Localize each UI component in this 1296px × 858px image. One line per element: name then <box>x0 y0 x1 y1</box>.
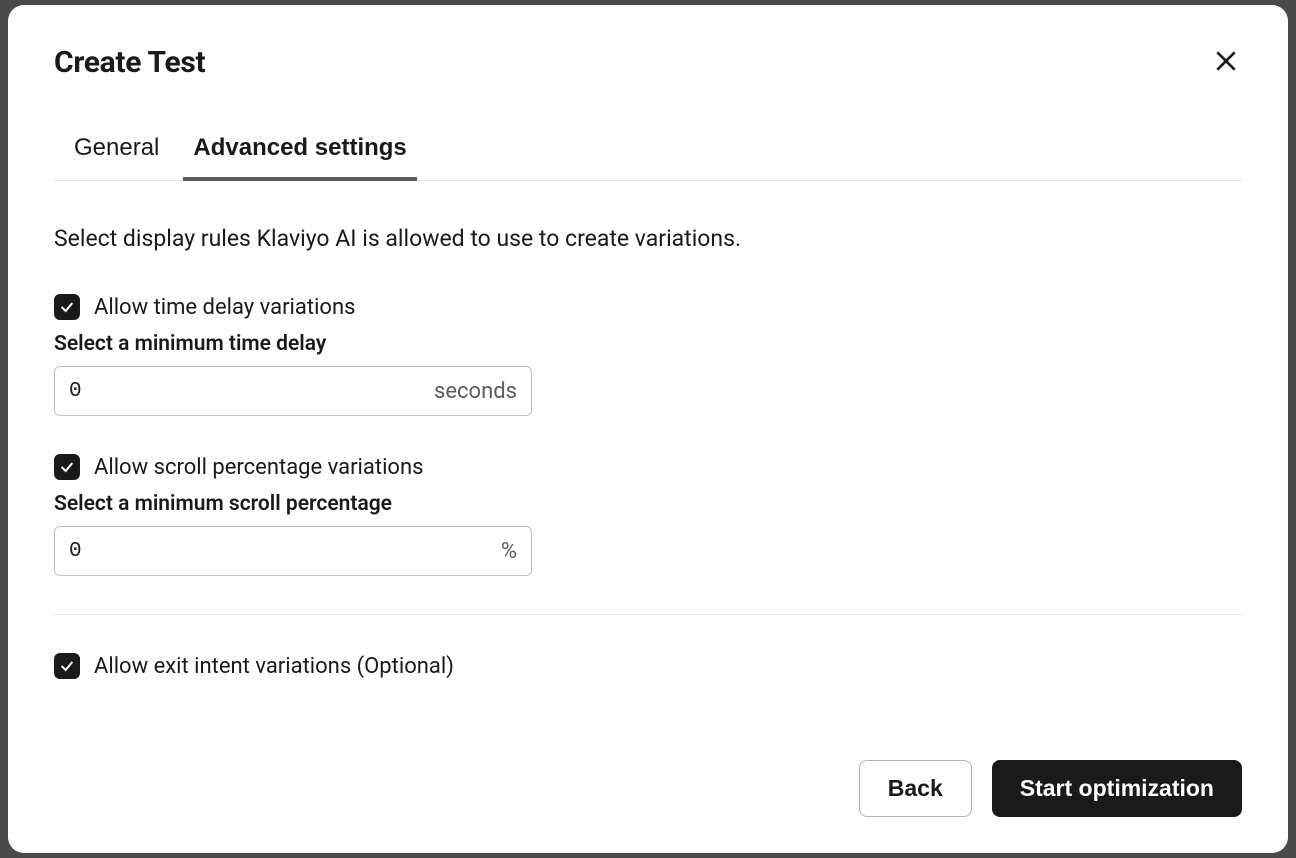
time-delay-checkbox-label: Allow time delay variations <box>94 295 355 320</box>
close-button[interactable] <box>1210 45 1242 77</box>
scroll-percentage-input-group: % <box>54 526 532 576</box>
start-optimization-button[interactable]: Start optimization <box>992 760 1242 817</box>
scroll-percentage-checkbox-label: Allow scroll percentage variations <box>94 455 423 480</box>
scroll-percentage-suffix: % <box>501 539 517 564</box>
check-icon <box>59 658 75 674</box>
back-button[interactable]: Back <box>859 760 972 817</box>
check-icon <box>59 299 75 315</box>
scroll-percentage-input[interactable] <box>69 540 501 563</box>
exit-intent-checkbox[interactable] <box>54 653 80 679</box>
scroll-percentage-field-label: Select a minimum scroll percentage <box>54 492 1242 516</box>
time-delay-checkbox[interactable] <box>54 294 80 320</box>
settings-description: Select display rules Klaviyo AI is allow… <box>54 225 1242 252</box>
close-icon <box>1213 48 1239 74</box>
exit-intent-checkbox-row: Allow exit intent variations (Optional) <box>54 653 1242 679</box>
check-icon <box>59 459 75 475</box>
modal-title: Create Test <box>54 45 205 80</box>
time-delay-suffix: seconds <box>434 379 517 404</box>
tab-general[interactable]: General <box>72 128 161 180</box>
time-delay-input-group: seconds <box>54 366 532 416</box>
time-delay-input[interactable] <box>69 380 434 403</box>
time-delay-field-label: Select a minimum time delay <box>54 332 1242 356</box>
scroll-percentage-checkbox-row: Allow scroll percentage variations <box>54 454 1242 480</box>
modal-body: Select display rules Klaviyo AI is allow… <box>54 225 1242 740</box>
modal-header: Create Test <box>54 45 1242 80</box>
tab-advanced-settings[interactable]: Advanced settings <box>191 128 408 180</box>
exit-intent-checkbox-label: Allow exit intent variations (Optional) <box>94 654 454 679</box>
tabs: General Advanced settings <box>54 128 1242 181</box>
time-delay-checkbox-row: Allow time delay variations <box>54 294 1242 320</box>
modal-footer: Back Start optimization <box>54 760 1242 817</box>
scroll-percentage-checkbox[interactable] <box>54 454 80 480</box>
create-test-modal: Create Test General Advanced settings Se… <box>8 5 1288 853</box>
divider <box>54 614 1242 615</box>
